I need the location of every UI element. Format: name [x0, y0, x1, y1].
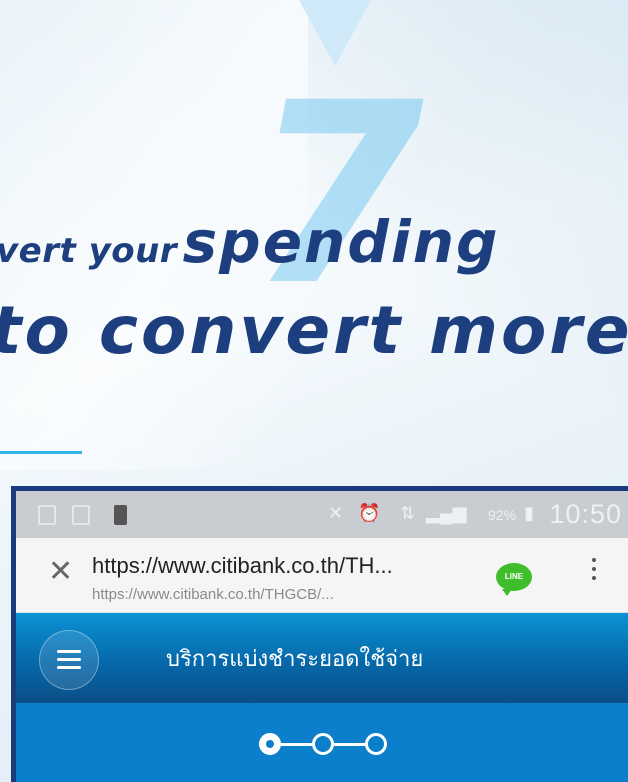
step-3-dot: [365, 733, 387, 755]
sim-icon: [114, 505, 127, 525]
step-2-dot: [312, 733, 334, 755]
clock: 10:50: [549, 499, 622, 529]
headline-emphasis: spending: [182, 208, 500, 276]
alarm-icon: ⏰: [358, 503, 381, 523]
url-title[interactable]: https://www.citibank.co.th/TH...: [92, 553, 393, 579]
step-1-dot: [259, 733, 281, 755]
headline-line-1: vert your spending: [0, 208, 500, 276]
phone-frame: ✕ ⏰ ⇅ ▂▄▆ 92% ▮ 10:50 ✕ https://www.citi…: [11, 486, 628, 782]
battery-icon: ▮: [524, 503, 534, 523]
status-bar: ✕ ⏰ ⇅ ▂▄▆ 92% ▮ 10:50: [16, 491, 628, 538]
page-title: บริการแบ่งชำระยอดใช้จ่าย: [166, 647, 424, 672]
close-icon[interactable]: ✕: [48, 557, 73, 587]
big-number-seven: 7: [250, 49, 424, 340]
signal-icon: ▂▄▆: [426, 503, 467, 523]
step-connector: [281, 743, 312, 746]
headline-prefix: vert your: [0, 231, 178, 271]
phone-screen: ✕ ⏰ ⇅ ▂▄▆ 92% ▮ 10:50 ✕ https://www.citi…: [16, 491, 628, 782]
data-icon: ⇅: [400, 503, 416, 523]
battery-percent: 92%: [488, 507, 517, 523]
step-connector: [334, 743, 365, 746]
mute-icon: ✕: [328, 503, 344, 523]
accent-rule: [0, 451, 82, 454]
headline-line-2: to convert more: [0, 292, 628, 369]
browser-url-bar: ✕ https://www.citibank.co.th/TH... https…: [16, 538, 628, 613]
url-subtitle: https://www.citibank.co.th/THGCB/...: [92, 586, 334, 603]
more-options-icon[interactable]: [592, 558, 596, 585]
app-header: บริการแบ่งชำระยอดใช้จ่าย: [16, 613, 628, 703]
step-indicator: [16, 703, 628, 782]
line-share-icon[interactable]: LINE: [496, 563, 532, 596]
calendar-icon: [72, 505, 90, 525]
hamburger-menu-button[interactable]: [39, 630, 99, 690]
gallery-icon: [38, 505, 56, 525]
